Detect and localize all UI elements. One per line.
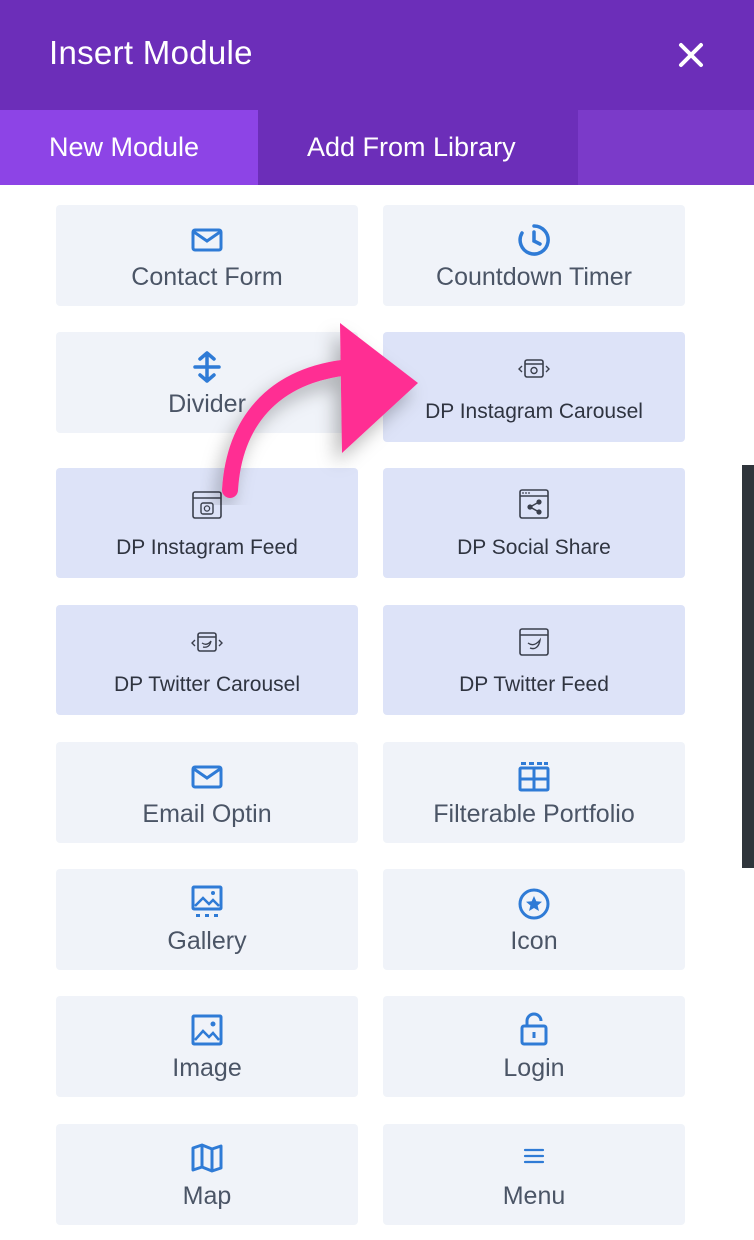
tab-new-module[interactable]: New Module: [0, 110, 258, 185]
scrollbar-thumb[interactable]: [742, 465, 754, 868]
module-dp-twitter-feed[interactable]: DP Twitter Feed: [383, 605, 685, 715]
modal-title: Insert Module: [49, 34, 253, 71]
module-label: DP Social Share: [457, 536, 611, 559]
gallery-icon: [191, 885, 223, 917]
module-image[interactable]: Image: [56, 996, 358, 1097]
module-icon[interactable]: Icon: [383, 869, 685, 970]
twitter-carousel-icon: [191, 632, 223, 652]
lock-icon: [520, 1012, 548, 1046]
module-gallery[interactable]: Gallery: [56, 869, 358, 970]
envelope-icon: [191, 228, 223, 252]
vertical-arrows-icon: [193, 351, 221, 383]
close-button[interactable]: [672, 36, 710, 74]
module-label: Image: [172, 1054, 242, 1082]
module-label: Map: [182, 1182, 232, 1210]
module-label: Icon: [510, 927, 558, 955]
module-dp-instagram-carousel[interactable]: DP Instagram Carousel: [383, 332, 685, 442]
module-countdown-timer[interactable]: Countdown Timer: [383, 205, 685, 306]
module-label: Menu: [502, 1182, 566, 1210]
module-dp-instagram-feed[interactable]: DP Instagram Feed: [56, 468, 358, 578]
close-icon: [679, 43, 703, 67]
module-label: DP Twitter Feed: [459, 673, 609, 696]
tab-add-from-library[interactable]: Add From Library: [258, 110, 578, 185]
module-divider[interactable]: Divider: [56, 332, 358, 433]
module-label: DP Instagram Carousel: [425, 400, 643, 423]
image-icon: [191, 1014, 223, 1046]
tab-bar: New Module Add From Library: [0, 110, 754, 185]
module-label: Divider: [168, 390, 246, 418]
module-label: Countdown Timer: [436, 263, 632, 291]
twitter-feed-icon: [519, 628, 549, 656]
module-label: DP Instagram Feed: [116, 536, 298, 559]
module-label: Contact Form: [131, 263, 283, 291]
module-label: DP Twitter Carousel: [114, 673, 300, 696]
star-circle-icon: [518, 888, 550, 920]
instagram-feed-icon: [192, 491, 222, 519]
map-icon: [191, 1143, 223, 1173]
hamburger-icon: [523, 1148, 545, 1164]
envelope-icon: [191, 765, 223, 789]
module-login[interactable]: Login: [383, 996, 685, 1097]
module-menu[interactable]: Menu: [383, 1124, 685, 1225]
module-email-optin[interactable]: Email Optin: [56, 742, 358, 843]
instagram-carousel-icon: [518, 359, 550, 378]
grid-icon: [518, 762, 550, 792]
module-label: Gallery: [167, 927, 247, 955]
module-filterable-portfolio[interactable]: Filterable Portfolio: [383, 742, 685, 843]
module-label: Email Optin: [142, 800, 272, 828]
module-grid: Contact Form Countdown Timer Divider DP …: [0, 185, 754, 1240]
clock-icon: [518, 224, 550, 256]
social-share-icon: [519, 489, 549, 519]
module-dp-twitter-carousel[interactable]: DP Twitter Carousel: [56, 605, 358, 715]
module-label: Login: [503, 1054, 565, 1082]
module-dp-social-share[interactable]: DP Social Share: [383, 468, 685, 578]
module-contact-form[interactable]: Contact Form: [56, 205, 358, 306]
modal-header: Insert Module: [0, 0, 754, 110]
module-map[interactable]: Map: [56, 1124, 358, 1225]
module-label: Filterable Portfolio: [433, 800, 635, 828]
